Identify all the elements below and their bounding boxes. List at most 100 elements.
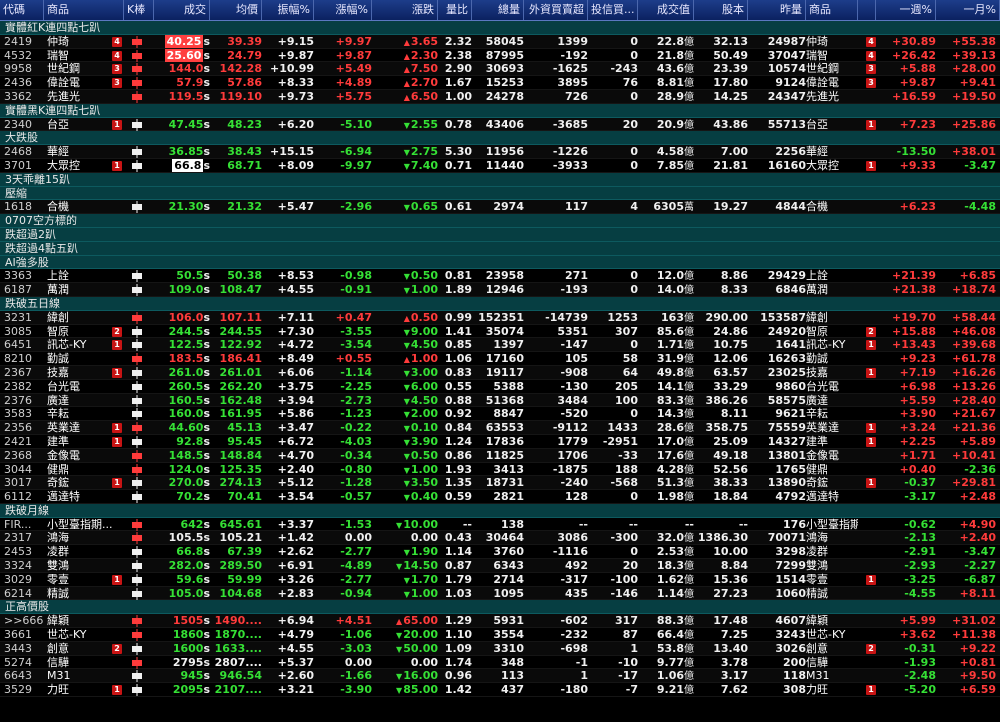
table-row[interactable]: 3529 力旺 1 2095s 2107.... +3.21 -3.9085.00 1.42 4… xyxy=(0,683,1000,698)
table-row[interactable]: 3363 上詮 50.5s 50.38 +8.53 -0.980.50 0.81 23958 2… xyxy=(0,269,1000,284)
table-row[interactable]: 2419 仲琦 4 40.25s 39.39 +9.15 +9.973.65 2.32 5804… xyxy=(0,34,1000,49)
table-row[interactable]: 6214 精誠 105.0s 104.68 +2.83 -0.941.00 1.03 1095… xyxy=(0,586,1000,601)
group-header[interactable]: 跌超過2趴 xyxy=(0,227,1000,242)
header-14[interactable]: 昨量 xyxy=(748,0,806,20)
header-12[interactable]: 成交值 xyxy=(638,0,694,20)
header-5[interactable]: 振幅% xyxy=(262,0,314,20)
candlestick-icon xyxy=(124,518,150,532)
header-7[interactable]: 漲跌 xyxy=(372,0,438,20)
table-row[interactable]: 3029 零壹 1 59.6s 59.99 +3.26 -2.771.70 1.79 2714 -… xyxy=(0,573,1000,587)
stock-name: 凌群 xyxy=(47,545,69,559)
header-8[interactable]: 量比 xyxy=(438,0,472,20)
alert-badge: 1 xyxy=(866,574,876,585)
table-row[interactable]: 5274 信驊 2795s 2807.... +5.37 0.00 0.00 1.74 348 -… xyxy=(0,656,1000,670)
table-row[interactable]: 2382 台光電 260.5s 262.20 +3.75 -2.256.00 0.55 538… xyxy=(0,380,1000,394)
group-header[interactable]: 實體紅K連四點七趴 xyxy=(0,21,1000,35)
average-price: 289.50 xyxy=(219,559,262,573)
table-row[interactable]: 2340 台亞 1 47.45s 48.23 +6.20 -5.102.55 0.78 4340… xyxy=(0,117,1000,132)
table-row[interactable]: 2368 金像電 148.5s 148.84 +4.70 -0.340.50 0.86 118… xyxy=(0,448,1000,463)
group-header[interactable]: 跌破五日線 xyxy=(0,296,1000,311)
group-header[interactable]: 壓縮 xyxy=(0,186,1000,201)
table-row[interactable]: 2436 偉詮電 3 57.9s 57.86 +8.33 +4.892.70 1.67 1525… xyxy=(0,76,1000,90)
header-2[interactable]: K棒 xyxy=(124,0,154,20)
table-row[interactable]: FIR... 小型臺指期... 642s 645.61 +3.37 -1.5310.00 -… xyxy=(0,518,1000,532)
yesterday-volume: 16263 xyxy=(767,352,806,366)
trust-net: 1433 xyxy=(607,421,638,435)
header-6[interactable]: 漲幅% xyxy=(314,0,372,20)
group-header[interactable]: 跌超過4點五趴 xyxy=(0,241,1000,256)
header-16[interactable] xyxy=(858,0,876,20)
alert-badge: 1 xyxy=(112,340,122,351)
table-row[interactable]: 2367 技嘉 1 261.0s 261.01 +6.06 -1.143.00 0.83 191… xyxy=(0,365,1000,380)
table-row[interactable]: 3085 智原 2 244.5s 244.55 +7.30 -3.559.00 1.41 350… xyxy=(0,325,1000,339)
yesterday-volume: 58575 xyxy=(767,393,806,407)
group-header[interactable]: 0707空方標的 xyxy=(0,214,1000,228)
candlestick-icon xyxy=(124,421,150,435)
table-row[interactable]: 3583 辛耘 160.0s 161.95 +5.86 -1.232.00 0.92 8847… xyxy=(0,407,1000,422)
table-row[interactable]: 3231 緯創 106.0s 107.11 +7.11 +0.470.50 0.99 1523… xyxy=(0,310,1000,325)
stock-name: 鴻海 xyxy=(47,531,69,545)
turnover-value: 1.71億 xyxy=(656,338,694,352)
table-row[interactable]: 3362 先進光 119.5s 119.10 +9.73 +5.756.50 1.00 242… xyxy=(0,89,1000,104)
header-10[interactable]: 外資買賣超 xyxy=(524,0,588,20)
table-row[interactable]: 3443 創意 2 1600s 1633.... +4.55 -3.0350.00 1.09 3… xyxy=(0,641,1000,656)
trust-net: 20 xyxy=(622,117,638,131)
group-header[interactable]: 正高價股 xyxy=(0,600,1000,615)
month-pct: +2.48 xyxy=(959,490,996,504)
average-price: 57.86 xyxy=(227,76,262,90)
table-row[interactable]: 2317 鴻海 105.5s 105.21 +1.42 0.00 0.00 0.43 30464… xyxy=(0,531,1000,546)
header-17[interactable]: 一週% xyxy=(876,0,936,20)
total-volume: 6343 xyxy=(493,559,524,573)
foreign-net: -1 xyxy=(575,655,588,669)
yesterday-volume: 70071 xyxy=(767,531,806,545)
header-0[interactable]: 代碼 xyxy=(0,0,44,20)
table-row[interactable]: 3701 大眾控 1 66.8s 68.71 +8.09 -9.977.40 0.71 1144… xyxy=(0,158,1000,173)
group-header[interactable]: 3天乖離15趴 xyxy=(0,172,1000,187)
table-row[interactable]: 2376 廣達 160.5s 162.48 +3.94 -2.734.50 0.88 5136… xyxy=(0,393,1000,408)
yesterday-volume: 7299 xyxy=(775,559,806,573)
group-header[interactable]: 大跌股 xyxy=(0,131,1000,146)
table-row[interactable]: 3324 雙鴻 282.0s 289.50 +6.91 -4.8914.50 0.87 634… xyxy=(0,559,1000,573)
change-pct: +0.47 xyxy=(335,310,372,324)
table-row[interactable]: 3017 奇鋐 1 270.0s 274.13 +5.12 -1.283.50 1.35 187… xyxy=(0,476,1000,491)
share-capital: 63.57 xyxy=(713,365,748,379)
table-row[interactable]: 4532瑞智425.60s24.79+9.87+9.872.302.388799… xyxy=(0,48,1000,63)
stock-code: 6112 xyxy=(4,490,32,504)
group-header[interactable]: 跌破月線 xyxy=(0,503,1000,518)
stock-code: 2468 xyxy=(4,145,32,159)
header-1[interactable]: 商品 xyxy=(44,0,124,20)
table-row[interactable]: 2453 凌群 66.8s 67.39 +2.62 -2.771.90 1.14 3760 -1… xyxy=(0,545,1000,560)
table-row[interactable]: 1618 合機 21.30s 21.32 +5.47 -2.960.65 0.61 2974 1… xyxy=(0,200,1000,215)
trust-net: -100 xyxy=(610,572,638,586)
group-header[interactable]: 實體黑K連四點七趴 xyxy=(0,103,1000,118)
header-4[interactable]: 均價 xyxy=(210,0,262,20)
alert-badge: 4 xyxy=(112,36,122,47)
table-row[interactable]: 6643 M31 945s 946.54 +2.60 -1.6616.00 0.96 113 1… xyxy=(0,669,1000,684)
table-row[interactable]: 8210 勤誠 183.5s 186.41 +8.49 +0.551.00 1.06 1716… xyxy=(0,352,1000,366)
total-volume: 11440 xyxy=(485,158,524,172)
header-13[interactable]: 股本 xyxy=(694,0,748,20)
header-18[interactable]: 一月% xyxy=(936,0,1000,20)
table-row[interactable]: 2356 英業達 1 44.60s 45.13 +3.47 -0.220.10 0.84 635… xyxy=(0,421,1000,435)
amplitude-pct: +6.06 xyxy=(277,365,314,379)
table-row[interactable]: 2421 建準 1 92.8s 95.45 +6.72 -4.033.90 1.24 17836… xyxy=(0,435,1000,449)
table-row[interactable]: 9958 世紀鋼 3 144.0s 142.28 +10.99 +5.497.50 2.90 3… xyxy=(0,62,1000,77)
table-row[interactable]: 6112 邁達特 70.2s 70.41 +3.54 -0.570.40 0.59 2821 1… xyxy=(0,490,1000,504)
table-row[interactable]: 2468 華經 36.85s 38.43 +15.15 -6.942.75 5.30 1195… xyxy=(0,145,1000,159)
change-value: 3.90 xyxy=(372,435,438,449)
header-3[interactable]: 成交 xyxy=(154,0,210,20)
week-pct: +9.87 xyxy=(899,76,936,90)
header-11[interactable]: 投信買... xyxy=(588,0,638,20)
stock-name-right: 緯創 xyxy=(806,310,828,324)
group-header[interactable]: AI強多股 xyxy=(0,255,1000,270)
week-pct: +3.62 xyxy=(899,628,936,642)
table-row[interactable]: 3044 健鼎 124.0s 125.35 +2.40 -0.801.00 1.93 3413… xyxy=(0,463,1000,477)
header-9[interactable]: 總量 xyxy=(472,0,524,20)
table-row[interactable]: 3661 世芯-KY 1860s 1870.... +4.79 -1.0620.00 1.1… xyxy=(0,628,1000,642)
turnover-value: 1.14億 xyxy=(656,586,694,600)
table-row[interactable]: 6187 萬潤 109.0s 108.47 +4.55 -0.911.00 1.89 1294… xyxy=(0,283,1000,297)
table-row[interactable]: >>6669緯穎1505s1490....+6.94+4.5165.001.29… xyxy=(0,614,1000,629)
yesterday-volume: 29429 xyxy=(767,269,806,283)
table-row[interactable]: 6451 訊芯-KY 1 122.5s 122.92 +4.72 -3.544.50 0.85… xyxy=(0,338,1000,353)
header-15[interactable]: 商品 xyxy=(806,0,858,20)
